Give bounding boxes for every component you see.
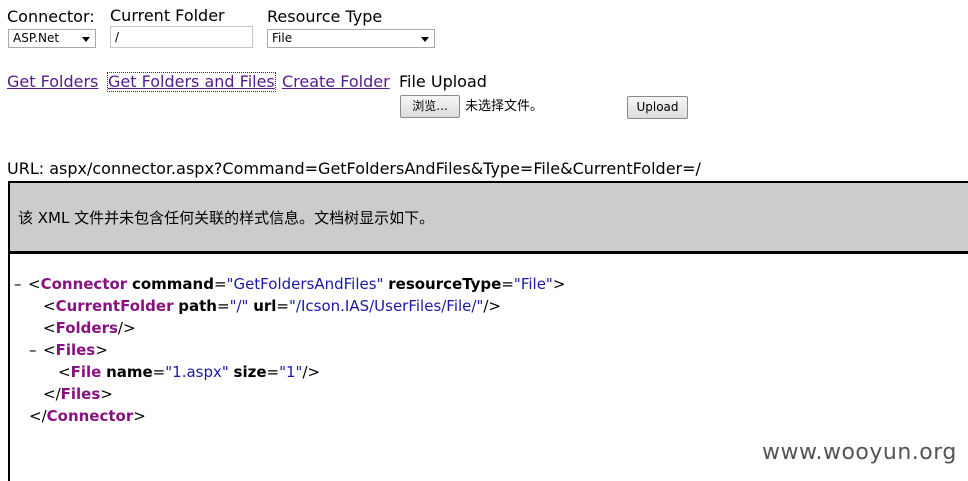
- resource-type-select-value: File: [272, 31, 293, 45]
- connector-select-value: ASP.Net: [13, 31, 60, 45]
- file-upload-label: File Upload: [399, 72, 487, 91]
- chevron-down-icon: [82, 37, 90, 42]
- xml-line-file: <File name="1.aspx" size="1"/>: [58, 363, 321, 381]
- upload-button[interactable]: Upload: [627, 96, 688, 119]
- xml-line-connector-close: </Connector>: [29, 407, 146, 425]
- xml-line-current-folder: <CurrentFolder path="/" url="/Icson.IAS/…: [43, 297, 501, 315]
- chevron-down-icon: [421, 37, 429, 42]
- create-folder-link[interactable]: Create Folder: [282, 73, 390, 91]
- current-folder-input[interactable]: /: [110, 26, 253, 48]
- xml-line-connector-open: – <Connector command="GetFoldersAndFiles"…: [14, 273, 566, 295]
- no-file-selected-text: 未选择文件。: [465, 99, 544, 114]
- resource-type-label: Resource Type: [267, 7, 383, 26]
- collapse-toggle[interactable]: –: [14, 273, 28, 295]
- browse-button[interactable]: 浏览...: [400, 95, 460, 118]
- resource-type-select[interactable]: File: [267, 29, 435, 48]
- xml-line-folders: <Folders/>: [43, 319, 136, 337]
- watermark: www.wooyun.org: [762, 440, 957, 465]
- xml-viewer-frame: 该 XML 文件并未包含任何关联的样式信息。文档树显示如下。 – <Connect…: [8, 181, 968, 481]
- connector-select[interactable]: ASP.Net: [8, 29, 96, 48]
- current-folder-label: Current Folder: [110, 6, 225, 25]
- url-text: URL: aspx/connector.aspx?Command=GetFold…: [7, 159, 701, 178]
- get-folders-and-files-link[interactable]: Get Folders and Files: [107, 72, 276, 92]
- xml-style-notice: 该 XML 文件并未包含任何关联的样式信息。文档树显示如下。: [10, 183, 968, 254]
- collapse-toggle[interactable]: –: [29, 339, 43, 361]
- xml-line-files-open: – <Files>: [29, 339, 108, 361]
- xml-tree: – <Connector command="GetFoldersAndFiles"…: [14, 273, 565, 427]
- get-folders-link[interactable]: Get Folders: [7, 73, 98, 91]
- xml-line-files-close: </Files>: [43, 385, 113, 403]
- connector-label: Connector:: [7, 7, 95, 26]
